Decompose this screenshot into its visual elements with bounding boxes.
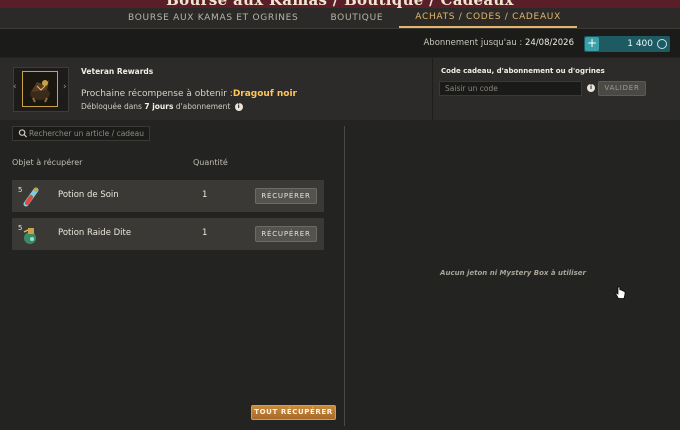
ogrines-amount: 1 400 (627, 39, 653, 49)
subscription-label: Abonnement jusqu'au : (423, 38, 523, 48)
item-quantity: 1 (202, 190, 208, 200)
search-icon (18, 129, 28, 138)
potion-heal-icon: 5 (18, 184, 42, 208)
column-header-item: Objet à récupérer (12, 158, 83, 167)
buy-ogrines-button[interactable]: + (585, 37, 599, 51)
list-item: 5 Potion Raide Dite 1 RÉCUPÉRER (12, 218, 324, 250)
item-quantity: 1 (202, 228, 208, 238)
unlock-prefix: Débloquée dans (81, 102, 145, 111)
dragouf-noir-icon (22, 71, 58, 107)
window-title-bar: Bourse aux Kamas / Boutique / Cadeaux (0, 0, 680, 8)
tab-bourse[interactable]: BOURSE AUX KAMAS ET OGRINES (112, 8, 314, 28)
gift-info-icon[interactable]: i (587, 84, 595, 92)
next-reward-name: Dragouf noir (232, 89, 297, 99)
svg-text:5: 5 (18, 186, 22, 194)
search-box[interactable] (12, 126, 150, 141)
info-icon[interactable]: i (234, 103, 243, 111)
next-reward-prefix: Prochaine récompense à obtenir : (81, 89, 233, 99)
recover-button[interactable]: RÉCUPÉRER (255, 188, 317, 204)
tab-bar: BOURSE AUX KAMAS ET OGRINES BOUTIQUE ACH… (0, 8, 680, 29)
recover-button[interactable]: RÉCUPÉRER (255, 226, 317, 242)
search-input[interactable] (29, 129, 149, 138)
column-divider (344, 126, 345, 426)
ogrine-coin-icon (657, 39, 667, 49)
list-item: 5 Potion de Soin 1 RÉCUPÉRER (12, 180, 324, 212)
potion-raide-icon: 5 (18, 222, 42, 246)
next-reward-arrow-icon[interactable]: › (63, 82, 67, 92)
unlock-suffix: d'abonnement (173, 102, 231, 111)
tab-achats-codes-cadeaux[interactable]: ACHATS / CODES / CADEAUX (399, 8, 577, 28)
ogrines-balance: + 1 400 (584, 36, 670, 52)
empty-mystery-box-message: Aucun jeton ni Mystery Box à utiliser (440, 269, 586, 277)
svg-text:5: 5 (18, 224, 22, 232)
column-header-quantity: Quantité (193, 158, 228, 167)
unlock-days: 7 jours (144, 102, 174, 111)
gift-code-title: Code cadeau, d'abonnement ou d'ogrines (441, 67, 605, 75)
subscription-info: Abonnement jusqu'au : 24/08/2026 (423, 38, 574, 48)
veteran-rewards-title: Veteran Rewards (81, 67, 154, 76)
window-title: Bourse aux Kamas / Boutique / Cadeaux (0, 0, 680, 8)
subscription-bar: Abonnement jusqu'au : 24/08/2026 (0, 29, 680, 57)
subscription-date: 24/08/2026 (525, 38, 574, 48)
gift-code-input[interactable] (439, 81, 582, 96)
item-name: Potion Raide Dite (58, 228, 132, 238)
tab-boutique[interactable]: BOUTIQUE (314, 8, 399, 28)
previous-reward-arrow-icon[interactable]: ‹ (13, 82, 17, 92)
next-reward-text: Prochaine récompense à obtenir :Dragouf … (81, 89, 297, 99)
item-name: Potion de Soin (58, 190, 119, 200)
validate-button[interactable]: VALIDER (598, 81, 646, 96)
recover-all-button[interactable]: TOUT RÉCUPÉRER (251, 405, 336, 420)
unlock-text: Débloquée dans 7 jours d'abonnement i (81, 102, 243, 111)
hand-cursor-icon (615, 286, 626, 299)
